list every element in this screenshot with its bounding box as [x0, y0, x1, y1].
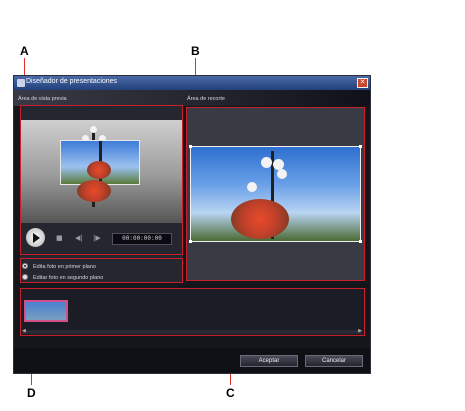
callout-d: D [27, 386, 36, 400]
cancel-button[interactable]: Cancelar [305, 355, 363, 367]
slideshow-designer-window: Diseñador de presentaciones ✕ Área de vi… [13, 75, 371, 374]
app-icon [17, 79, 25, 87]
close-button[interactable]: ✕ [357, 78, 368, 88]
background-radio[interactable] [22, 274, 28, 280]
preview-area-label: Área de vista previa [18, 96, 67, 102]
preview-panel: ■ ◀| |▶ 00:00:00:00 [20, 105, 183, 283]
photo-strip: ◀ ▶ [20, 288, 365, 336]
callout-a: A [20, 44, 29, 58]
crop-panel [186, 107, 365, 281]
preview-highlight [20, 105, 183, 255]
strip-highlight [20, 288, 365, 336]
crop-area-label: Área de recorte [187, 96, 225, 102]
dialog-button-bar: Aceptar Cancelar [14, 348, 370, 373]
callout-c: C [226, 386, 235, 400]
callout-b: B [191, 44, 200, 58]
background-option-label: Editar foto en segundo plano [33, 275, 104, 281]
title-bar: Diseñador de presentaciones ✕ [14, 76, 370, 90]
window-title: Diseñador de presentaciones [26, 78, 118, 85]
accept-button[interactable]: Aceptar [240, 355, 298, 367]
crop-highlight [186, 107, 365, 281]
foreground-option-label: Edita foto en primer plano [33, 264, 96, 270]
foreground-radio[interactable] [22, 263, 28, 269]
